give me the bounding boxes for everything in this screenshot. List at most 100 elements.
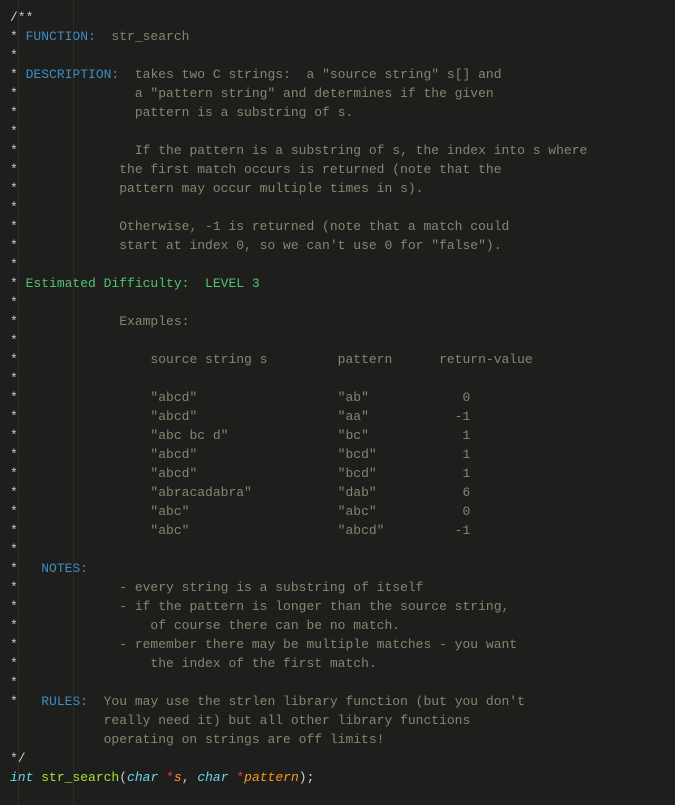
code-token: * (10, 371, 18, 386)
code-line[interactable]: * "abc" "abcd" -1 (10, 523, 470, 538)
code-line[interactable]: * "abracadabra" "dab" 6 (10, 485, 470, 500)
code-line[interactable]: * (10, 675, 18, 690)
code-line[interactable]: * - if the pattern is longer than the so… (10, 599, 509, 614)
code-line[interactable]: * NOTES: (10, 561, 88, 576)
code-line[interactable]: * Otherwise, -1 is returned (note that a… (10, 219, 509, 234)
code-token: * (10, 48, 18, 63)
code-token: , (182, 770, 198, 785)
code-line[interactable]: * Examples: (10, 314, 189, 329)
code-line[interactable]: * "abcd" "bcd" 1 (10, 447, 470, 462)
code-token: "abcd" "aa" -1 (18, 409, 470, 424)
code-line[interactable]: * "abc bc d" "bc" 1 (10, 428, 470, 443)
code-token: * (10, 599, 18, 614)
code-token: a "pattern string" and determines if the… (18, 86, 494, 101)
code-token: - every string is a substring of itself (18, 580, 424, 595)
code-token: "abcd" "ab" 0 (18, 390, 470, 405)
code-line[interactable]: * a "pattern string" and determines if t… (10, 86, 494, 101)
code-line[interactable]: * FUNCTION: str_search (10, 29, 189, 44)
code-token: * (10, 352, 18, 367)
code-token: * (10, 447, 18, 462)
code-token: * (10, 143, 18, 158)
indent-guide (18, 0, 19, 805)
code-line[interactable]: * "abcd" "ab" 0 (10, 390, 470, 405)
code-token: * (10, 466, 18, 481)
code-token: str_search (96, 29, 190, 44)
code-token: * (10, 124, 18, 139)
code-token: * (10, 162, 18, 177)
code-token: pattern is a substring of s. (18, 105, 353, 120)
code-line[interactable]: * pattern is a substring of s. (10, 105, 353, 120)
code-token: Estimated Difficulty: LEVEL 3 (26, 276, 260, 291)
code-line[interactable]: * (10, 333, 18, 348)
code-line[interactable]: * RULES: You may use the strlen library … (10, 694, 525, 709)
indent-guide (73, 0, 74, 805)
code-token: really need it) but all other library fu… (10, 713, 470, 728)
code-token: - if the pattern is longer than the sour… (18, 599, 509, 614)
code-line[interactable]: really need it) but all other library fu… (10, 713, 470, 728)
code-token: * (10, 409, 18, 424)
code-line[interactable]: * the first match occurs is returned (no… (10, 162, 502, 177)
code-token: Otherwise, -1 is returned (note that a m… (18, 219, 509, 234)
code-token: "abc" "abc" 0 (18, 504, 470, 519)
code-line[interactable]: * Estimated Difficulty: LEVEL 3 (10, 276, 260, 291)
code-token: * (10, 390, 18, 405)
code-token: * (166, 770, 174, 785)
code-token: char (197, 770, 228, 785)
code-token: RULES: (41, 694, 88, 709)
code-token: * (10, 86, 18, 101)
code-token: * (10, 333, 18, 348)
code-token: * (10, 694, 41, 709)
code-token: ); (299, 770, 315, 785)
code-line[interactable]: * (10, 257, 18, 272)
code-token: "abc" "abcd" -1 (18, 523, 470, 538)
code-token: You may use the strlen library function … (88, 694, 525, 709)
code-token: FUNCTION: (26, 29, 96, 44)
code-line[interactable]: * the index of the first match. (10, 656, 377, 671)
code-line[interactable]: * (10, 295, 18, 310)
code-token: * (10, 314, 18, 329)
code-line[interactable]: * "abc" "abc" 0 (10, 504, 470, 519)
code-token: * (10, 200, 18, 215)
code-token: start at index 0, so we can't use 0 for … (18, 238, 502, 253)
code-line[interactable]: /** (10, 10, 33, 25)
code-line[interactable]: * (10, 124, 18, 139)
code-token: takes two C strings: a "source string" s… (119, 67, 501, 82)
code-line[interactable]: * (10, 200, 18, 215)
code-token: /** (10, 10, 33, 25)
code-line[interactable]: * DESCRIPTION: takes two C strings: a "s… (10, 67, 502, 82)
code-line[interactable]: * If the pattern is a substring of s, th… (10, 143, 587, 158)
code-token: * (236, 770, 244, 785)
code-token: "abracadabra" "dab" 6 (18, 485, 470, 500)
code-token: NOTES: (41, 561, 88, 576)
code-line[interactable]: * source string s pattern return-value (10, 352, 533, 367)
code-line[interactable]: * of course there can be no match. (10, 618, 400, 633)
code-token: * (10, 637, 18, 652)
code-token: "abcd" "bcd" 1 (18, 447, 470, 462)
code-token: * (10, 675, 18, 690)
code-line[interactable]: * - remember there may be multiple match… (10, 637, 517, 652)
code-token: * (10, 257, 18, 272)
code-token: source string s pattern return-value (18, 352, 533, 367)
code-token: * (10, 485, 18, 500)
code-line[interactable]: * "abcd" "aa" -1 (10, 409, 470, 424)
code-token: "abcd" "bcd" 1 (18, 466, 470, 481)
code-token: str_search (41, 770, 119, 785)
code-line[interactable]: * (10, 542, 18, 557)
code-line[interactable]: * "abcd" "bcd" 1 (10, 466, 470, 481)
code-token: * (10, 561, 41, 576)
code-token: * (10, 238, 18, 253)
code-token: ( (119, 770, 127, 785)
code-line[interactable]: int str_search(char *s, char *pattern); (10, 770, 314, 785)
code-token: Examples: (18, 314, 190, 329)
code-line[interactable]: * (10, 48, 18, 63)
code-token (158, 770, 166, 785)
code-line[interactable]: * (10, 371, 18, 386)
code-token: * (10, 181, 18, 196)
editor-viewport: /** * FUNCTION: str_search * * DESCRIPTI… (0, 0, 675, 805)
code-line[interactable]: operating on strings are off limits! (10, 732, 384, 747)
code-token: * (10, 295, 18, 310)
code-token: pattern (244, 770, 299, 785)
code-block[interactable]: /** * FUNCTION: str_search * * DESCRIPTI… (0, 0, 675, 795)
code-token: * (10, 656, 18, 671)
code-line[interactable]: * start at index 0, so we can't use 0 fo… (10, 238, 502, 253)
